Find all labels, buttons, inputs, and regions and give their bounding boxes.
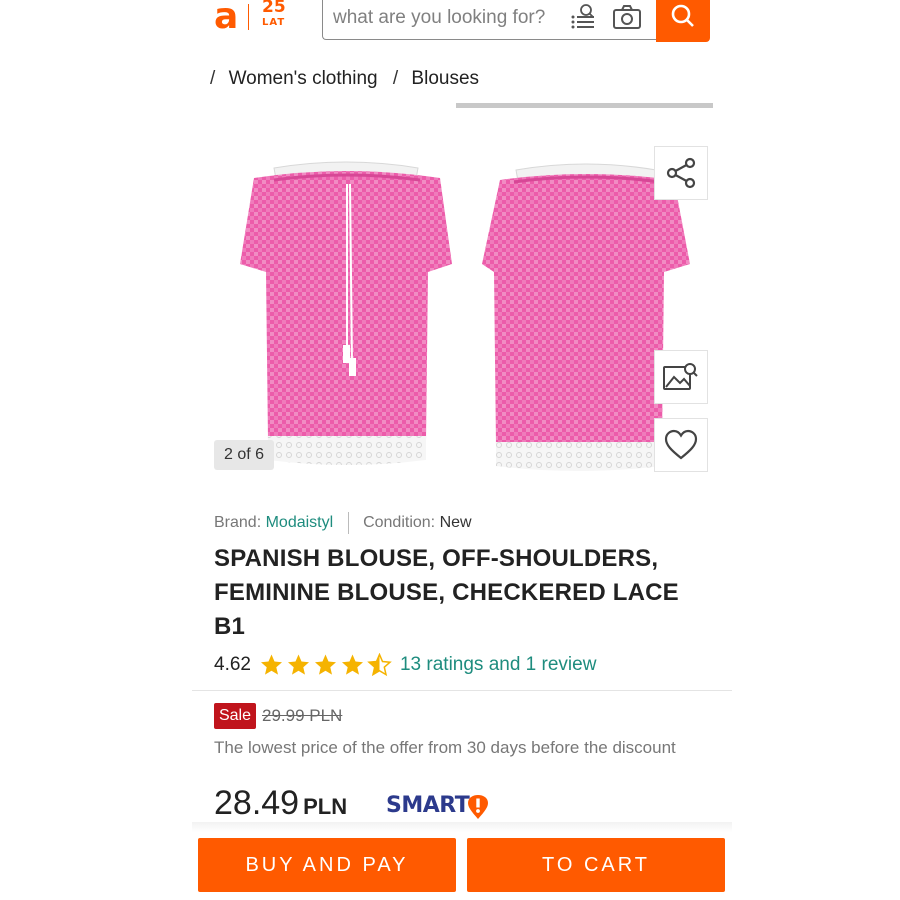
breadcrumb-item-blouses[interactable]: Blouses (411, 68, 479, 89)
search-icon (671, 4, 694, 27)
product-image[interactable] (214, 140, 710, 480)
heart-icon (664, 429, 698, 460)
star-icon (314, 654, 336, 675)
star-icon (260, 654, 282, 675)
breadcrumb-scrollbar[interactable] (456, 103, 713, 108)
logo-divider (248, 4, 249, 30)
ratings-reviews-link[interactable]: 13 ratings and 1 review (400, 654, 596, 676)
rating-row: 4.62 13 ratings and 1 review (214, 652, 596, 678)
current-price: 28.49 PLN (214, 784, 347, 823)
breadcrumb-separator: / (392, 68, 399, 89)
action-bar-shadow (192, 822, 732, 832)
star-half-icon (367, 653, 392, 677)
breadcrumb: / Women's clothing / Blouses (210, 68, 489, 90)
logo[interactable]: a (214, 0, 238, 37)
product-title: SPANISH BLOUSE, OFF-SHOULDERS, FEMININE … (214, 545, 679, 640)
image-search-icon (663, 363, 698, 390)
logo-anniversary-number: 25 (262, 0, 286, 17)
star-icon (287, 654, 309, 675)
search-input[interactable] (333, 1, 565, 35)
image-counter: 2 of 6 (214, 440, 274, 470)
search-button[interactable] (656, 0, 710, 42)
condition-value: New (439, 514, 472, 532)
blouse-front-image (240, 161, 452, 465)
brand-label: Brand: (214, 514, 262, 532)
share-button[interactable] (654, 146, 708, 200)
section-divider (192, 690, 732, 691)
visual-search-button[interactable] (654, 350, 708, 404)
smart-exclamation-icon (467, 794, 489, 825)
buy-and-pay-button[interactable]: BUY AND PAY (198, 838, 456, 892)
price-amount: 28.49 (214, 784, 300, 822)
smart-label[interactable]: SMART (386, 793, 470, 818)
price-currency: PLN (303, 794, 348, 819)
product-meta: Brand: Modaistyl Condition: New (214, 512, 472, 534)
search-box (322, 0, 656, 40)
meta-divider (347, 512, 349, 534)
filter-list-icon[interactable] (569, 2, 599, 37)
sale-badge: Sale (214, 703, 256, 729)
brand-link[interactable]: Modaistyl (266, 514, 334, 531)
camera-icon[interactable] (612, 2, 642, 37)
breadcrumb-separator: / (210, 68, 216, 89)
rating-value: 4.62 (214, 654, 251, 675)
star-icon (341, 654, 363, 675)
lowest-price-note: The lowest price of the offer from 30 da… (214, 738, 676, 757)
old-price: 29.99 PLN (262, 706, 343, 725)
add-to-cart-button[interactable]: TO CART (467, 838, 725, 892)
share-icon (666, 157, 696, 189)
breadcrumb-item-womens-clothing[interactable]: Women's clothing (229, 68, 378, 89)
logo-anniversary-word: LAT (262, 17, 286, 28)
condition-label: Condition: (363, 514, 436, 532)
rating-stars (259, 653, 392, 677)
wishlist-button[interactable] (654, 418, 708, 472)
